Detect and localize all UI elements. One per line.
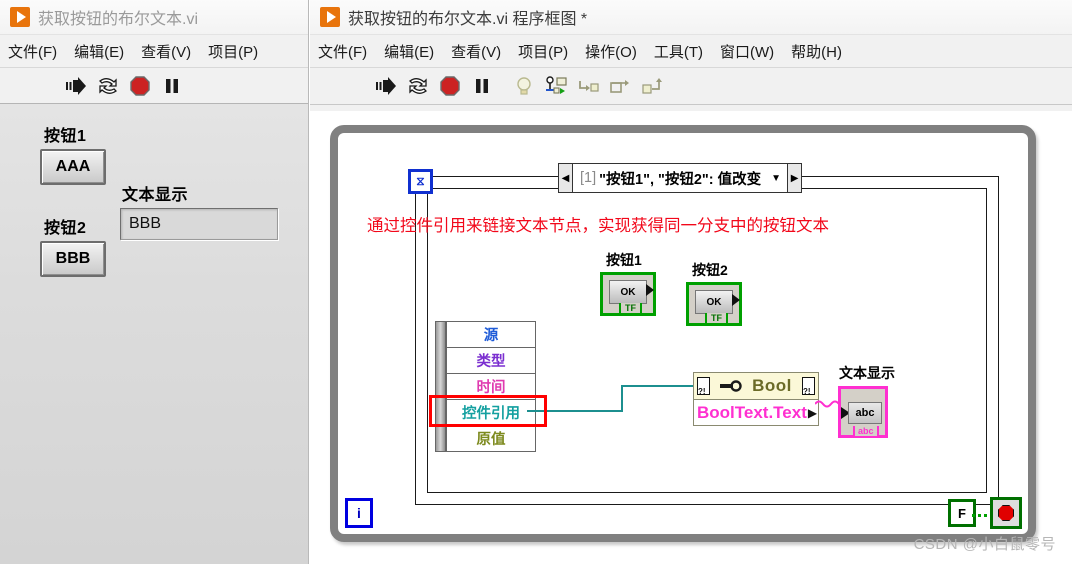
property-node-property[interactable]: BoolText.Text ▶: [694, 400, 818, 425]
block-diagram-window: 获取按钮的布尔文本.vi 程序框图 * 文件(F) 编辑(E) 查看(V) 项目…: [310, 0, 1072, 564]
step-over-icon[interactable]: [606, 73, 634, 99]
front-panel-text-indicator: BBB: [120, 208, 278, 240]
step-out-icon[interactable]: [638, 73, 666, 99]
reference-in-icon: ?!: [697, 377, 710, 396]
event-case-index: [1]: [580, 170, 597, 186]
event-data-node-rows: 源 类型 时间 控件引用 原值: [446, 321, 536, 452]
false-constant[interactable]: F: [948, 499, 976, 527]
property-node-wrench-icon: [720, 380, 742, 392]
menu-edit[interactable]: 编辑(E): [384, 41, 434, 62]
run-continuously-icon[interactable]: [94, 73, 122, 99]
menu-project[interactable]: 项目(P): [518, 41, 568, 62]
property-node-header: ?! Bool ?!: [694, 373, 818, 400]
block-diagram-title: 获取按钮的布尔文本.vi 程序框图 *: [348, 11, 588, 28]
block-diagram-canvas[interactable]: ◀ [1] "按钮1", "按钮2": 值改变 ▼ ▶ ⧖ 通过控件引用来链接文…: [310, 111, 1072, 564]
menu-file[interactable]: 文件(F): [8, 41, 57, 62]
front-panel-button1[interactable]: AAA: [40, 149, 106, 185]
menu-window[interactable]: 窗口(W): [720, 41, 774, 62]
front-panel-canvas: 按钮1 AAA 按钮2 BBB 文本显示 BBB: [0, 103, 308, 564]
boolean-terminal-button1[interactable]: OK TF: [600, 272, 656, 316]
terminal-label-button1: 按钮1: [606, 252, 642, 268]
event-data-node-rail: [435, 321, 446, 452]
control-ref-highlight-box: [429, 395, 547, 427]
event-case-label-wrap: [1] "按钮1", "按钮2": 值改变: [573, 164, 768, 192]
boolean-type-badge: TF: [705, 313, 728, 325]
block-diagram-titlebar: 获取按钮的布尔文本.vi 程序框图 *: [310, 0, 1072, 35]
run-continuously-icon[interactable]: [404, 73, 432, 99]
stop-sign-icon: [998, 505, 1014, 521]
chevron-down-icon[interactable]: ▼: [768, 164, 787, 192]
run-arrow-icon[interactable]: [372, 73, 400, 99]
block-diagram-toolbar: [310, 68, 1072, 105]
labview-vi-icon: [10, 7, 30, 27]
menu-help[interactable]: 帮助(H): [791, 41, 842, 62]
string-indicator-terminal[interactable]: abc abc: [838, 386, 888, 438]
front-panel-titlebar: 获取按钮的布尔文本.vi: [0, 0, 308, 35]
loop-iteration-terminal[interactable]: i: [345, 498, 373, 528]
boolean-terminal-glyph: OK: [695, 290, 733, 314]
boolean-terminal-button2[interactable]: OK TF: [686, 282, 742, 326]
pause-icon[interactable]: [468, 73, 496, 99]
reference-out-icon: ?!: [801, 377, 815, 396]
wire-false-to-stop: [972, 514, 992, 517]
lightbulb-icon[interactable]: [510, 73, 538, 99]
front-panel-title: 获取按钮的布尔文本.vi: [38, 11, 199, 28]
event-next-case-icon[interactable]: ▶: [787, 164, 802, 192]
front-panel-button2-label: 按钮2: [44, 220, 87, 237]
menu-operate[interactable]: 操作(O): [585, 41, 637, 62]
front-panel-menubar: 文件(F) 编辑(E) 查看(V) 项目(P): [0, 35, 308, 68]
wire-control-ref-h2: [621, 385, 695, 387]
indicator-label-text-display: 文本显示: [839, 365, 895, 381]
watermark: CSDN @小白鼠零号: [913, 536, 1056, 553]
terminal-output-arrow-icon: [732, 294, 740, 306]
boolean-type-badge: TF: [619, 303, 642, 315]
step-into-icon[interactable]: [574, 73, 602, 99]
front-panel-window: 获取按钮的布尔文本.vi 文件(F) 编辑(E) 查看(V) 项目(P) 按钮1…: [0, 0, 309, 564]
wire-control-ref-v: [621, 385, 623, 412]
run-arrow-icon[interactable]: [62, 73, 90, 99]
menu-file[interactable]: 文件(F): [318, 41, 367, 62]
block-diagram-menubar: 文件(F) 编辑(E) 查看(V) 项目(P) 操作(O) 工具(T) 窗口(W…: [310, 35, 1072, 68]
front-panel-toolbar: [0, 68, 308, 105]
event-structure[interactable]: ◀ [1] "按钮1", "按钮2": 值改变 ▼ ▶ ⧖ 通过控件引用来链接文…: [367, 163, 999, 505]
loop-conditional-terminal[interactable]: [990, 497, 1022, 529]
terminal-output-arrow-icon: [646, 284, 654, 296]
abort-stop-icon[interactable]: [436, 73, 464, 99]
string-indicator-glyph: abc: [848, 402, 882, 424]
event-data-item-type[interactable]: 类型: [447, 348, 535, 374]
pause-icon[interactable]: [158, 73, 186, 99]
event-case-selector[interactable]: ◀ [1] "按钮1", "按钮2": 值改变 ▼ ▶: [558, 163, 803, 193]
front-panel-button2[interactable]: BBB: [40, 241, 106, 277]
property-node[interactable]: ?! Bool ?! BoolText.Text ▶: [693, 372, 819, 426]
boolean-terminal-glyph: OK: [609, 280, 647, 304]
probe-retain-icon[interactable]: [542, 73, 570, 99]
menu-view[interactable]: 查看(V): [451, 41, 501, 62]
menu-view[interactable]: 查看(V): [141, 41, 191, 62]
diagram-annotation: 通过控件引用来链接文本节点，实现获得同一分支中的按钮文本: [367, 216, 829, 235]
property-node-title: Bool: [752, 376, 792, 395]
menu-edit[interactable]: 编辑(E): [74, 41, 124, 62]
abort-stop-icon[interactable]: [126, 73, 154, 99]
front-panel-indicator-label: 文本显示: [122, 187, 189, 204]
event-data-item-oldvalue[interactable]: 原值: [447, 426, 535, 451]
property-node-property-text: BoolText.Text: [697, 402, 807, 422]
string-type-badge: abc: [853, 426, 879, 438]
menu-project[interactable]: 项目(P): [208, 41, 258, 62]
event-case-name: "按钮1", "按钮2": 值改变: [599, 171, 762, 188]
labview-vi-icon: [320, 7, 340, 27]
event-data-item-source[interactable]: 源: [447, 322, 535, 348]
event-prev-case-icon[interactable]: ◀: [559, 164, 573, 192]
front-panel-button1-label: 按钮1: [44, 128, 87, 145]
timeout-hourglass-icon[interactable]: ⧖: [408, 169, 433, 194]
terminal-label-button2: 按钮2: [692, 262, 728, 278]
while-loop[interactable]: ◀ [1] "按钮1", "按钮2": 值改变 ▼ ▶ ⧖ 通过控件引用来链接文…: [330, 125, 1036, 542]
menu-tools[interactable]: 工具(T): [654, 41, 703, 62]
event-data-node[interactable]: 源 类型 时间 控件引用 原值: [435, 321, 536, 452]
